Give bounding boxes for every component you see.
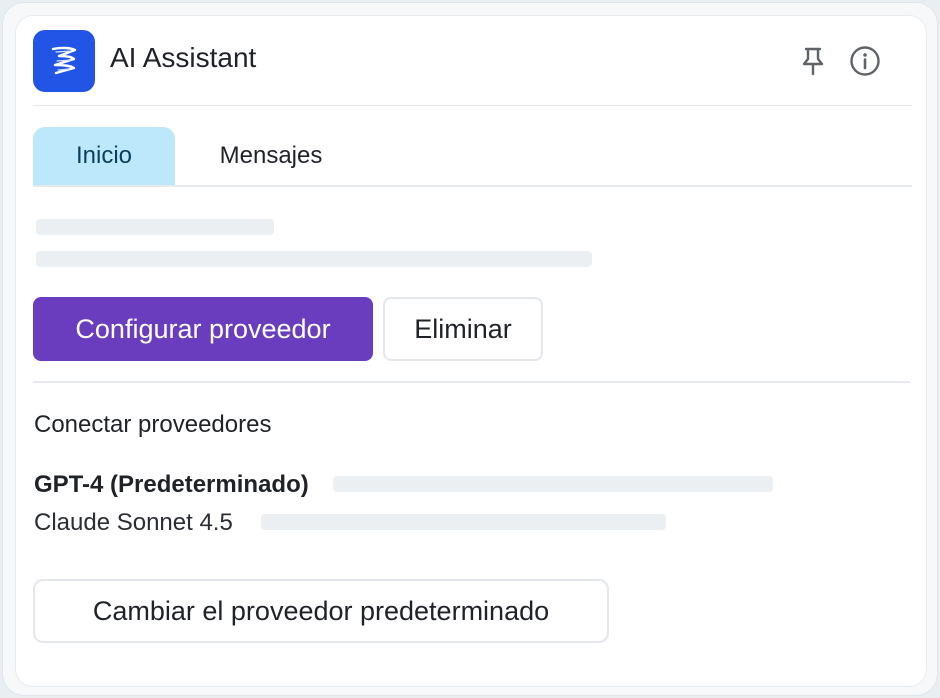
skeleton-line xyxy=(36,219,274,235)
change-default-provider-button[interactable]: Cambiar el proveedor predeterminado xyxy=(33,579,609,643)
info-icon[interactable] xyxy=(848,44,882,78)
configure-provider-button[interactable]: Configurar proveedor xyxy=(33,297,373,361)
provider-item-default[interactable]: GPT-4 (Predeterminado) xyxy=(34,468,309,502)
skeleton-line xyxy=(36,251,592,267)
section-title: Conectar proveedores xyxy=(34,411,272,438)
app-title: AI Assistant xyxy=(110,42,257,73)
tab-mensajes[interactable]: Mensajes xyxy=(175,127,367,185)
section-divider xyxy=(33,381,910,383)
app-window: AI Assistant Inicio Mensajes Configurar … xyxy=(2,2,938,696)
header-divider xyxy=(33,105,912,106)
skeleton-line xyxy=(261,514,666,530)
skeleton-line xyxy=(333,476,773,492)
tab-inicio[interactable]: Inicio xyxy=(33,127,175,185)
pin-icon[interactable] xyxy=(796,44,830,78)
delete-button[interactable]: Eliminar xyxy=(383,297,543,361)
assistant-panel: AI Assistant Inicio Mensajes Configurar … xyxy=(15,15,927,687)
provider-item[interactable]: Claude Sonnet 4.5 xyxy=(34,506,233,540)
ribbon-logo-icon xyxy=(33,30,95,92)
tabs-divider xyxy=(33,185,912,187)
tab-bar: Inicio Mensajes xyxy=(33,127,367,185)
